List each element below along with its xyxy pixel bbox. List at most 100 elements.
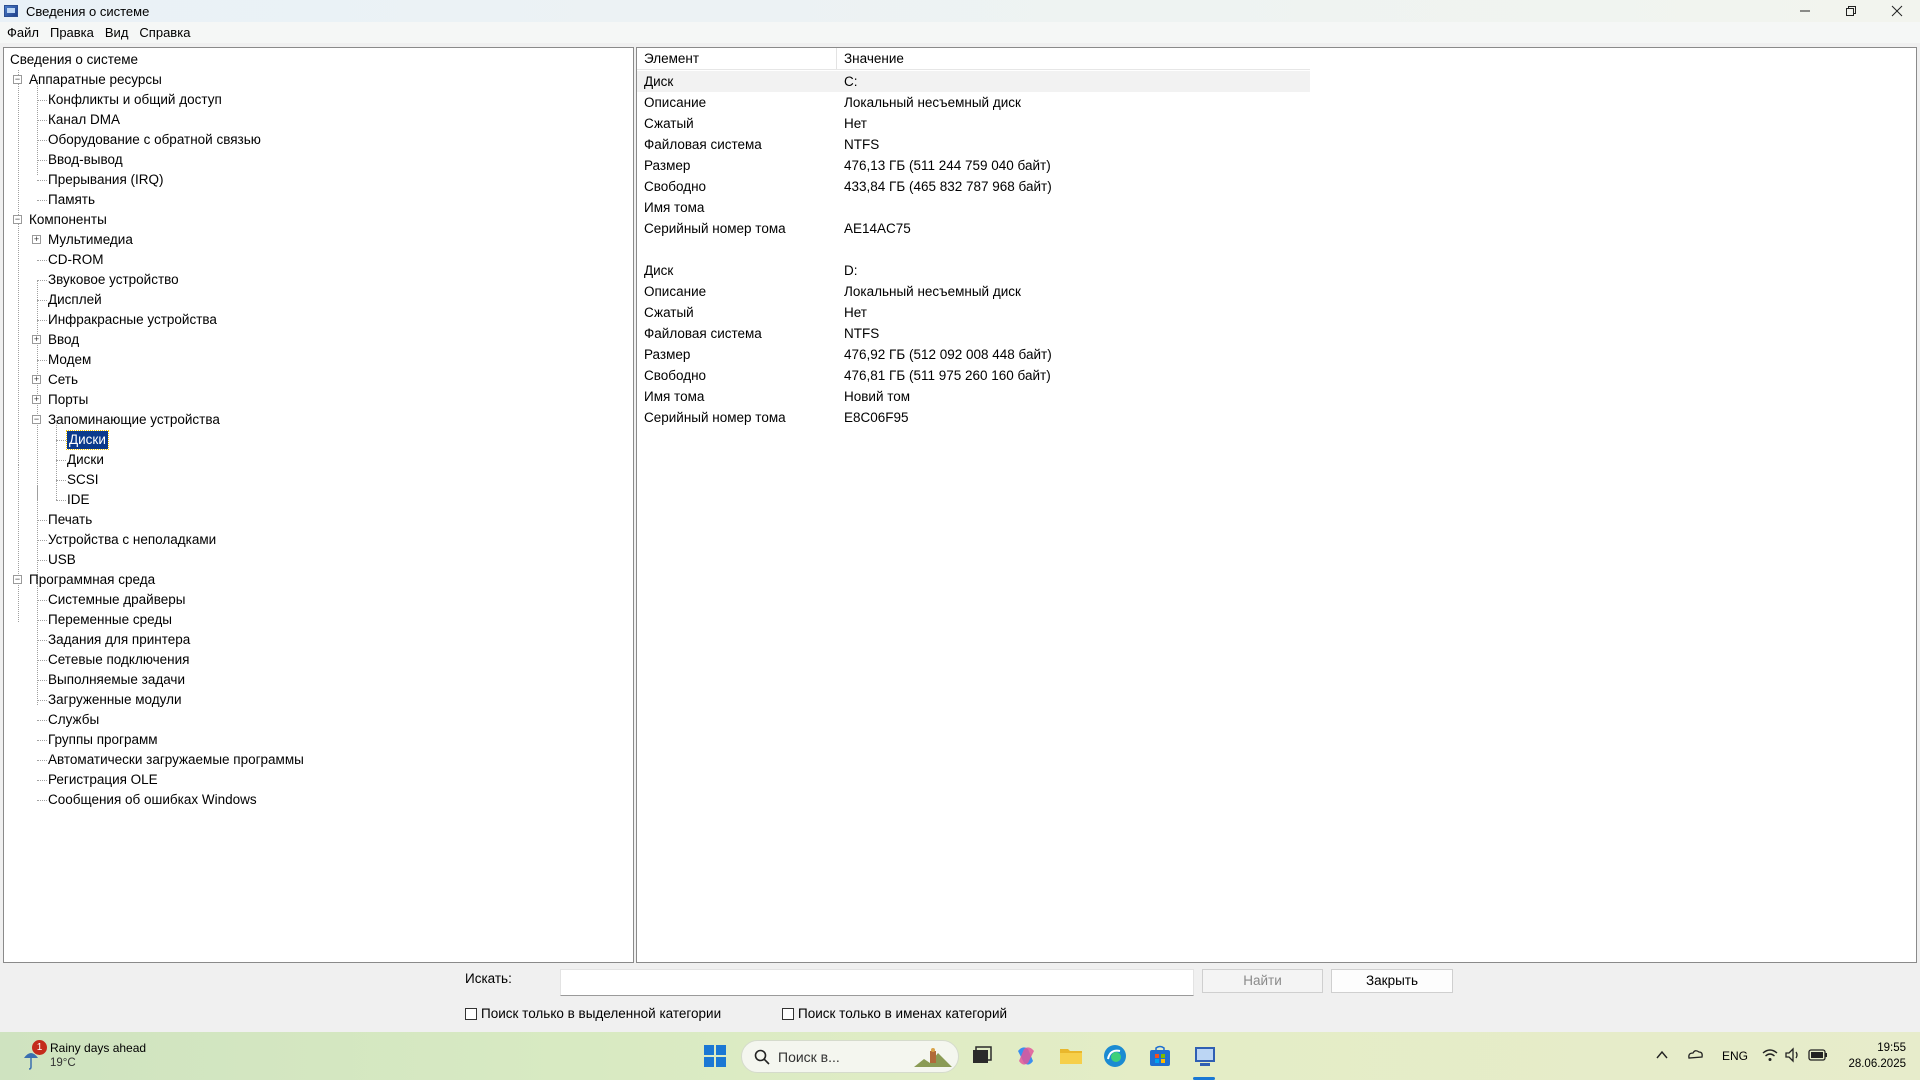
close-window-button[interactable]	[1874, 0, 1920, 22]
tree-item-conflicts[interactable]: Конфликты и общий доступ	[4, 90, 633, 110]
tree-item-loaded-modules[interactable]: Загруженные модули	[4, 690, 633, 710]
expand-icon[interactable]: +	[32, 395, 41, 404]
tree-item-running-tasks[interactable]: Выполняемые задачи	[4, 670, 633, 690]
tree-item-scsi[interactable]: SCSI	[4, 470, 633, 490]
tree-item-display[interactable]: Дисплей	[4, 290, 633, 310]
tree-item-program-groups[interactable]: Группы программ	[4, 730, 633, 750]
language-indicator[interactable]: ENG	[1722, 1049, 1748, 1063]
detail-row[interactable]: Имя тома Новий том	[637, 386, 1310, 407]
detail-row[interactable]: Серийный номер тома AE14AC75	[637, 218, 1310, 239]
detail-row[interactable]: Диск C:	[637, 71, 1310, 92]
menu-file[interactable]: Файл	[2, 25, 45, 40]
detail-value: Локальный несъемный диск	[844, 95, 1021, 110]
tree-item-sound[interactable]: Звуковое устройство	[4, 270, 633, 290]
tree-item-components[interactable]: − Компоненты	[4, 210, 633, 230]
detail-row[interactable]: Сжатый Нет	[637, 302, 1310, 323]
tree-item-cdrom[interactable]: CD-ROM	[4, 250, 633, 270]
tree-item-ports[interactable]: + Порты	[4, 390, 633, 410]
category-tree-pane[interactable]: Сведения о системе − Аппаратные ресурсы …	[3, 47, 634, 963]
search-input[interactable]	[560, 969, 1194, 996]
wifi-icon[interactable]	[1761, 1046, 1779, 1064]
taskbar-search[interactable]: Поиск в...	[741, 1040, 959, 1073]
tree-item-services[interactable]: Службы	[4, 710, 633, 730]
tree-item-infrared[interactable]: Инфракрасные устройства	[4, 310, 633, 330]
tree-item-env[interactable]: Переменные среды	[4, 610, 633, 630]
tree-item-input[interactable]: + Ввод	[4, 330, 633, 350]
tree-item-multimedia[interactable]: + Мультимедиа	[4, 230, 633, 250]
search-selected-category-checkbox[interactable]	[465, 1007, 477, 1020]
tree-item-software[interactable]: − Программная среда	[4, 570, 633, 590]
tree-item-print-jobs[interactable]: Задания для принтера	[4, 630, 633, 650]
tree-item-ole[interactable]: Регистрация OLE	[4, 770, 633, 790]
tree-item-problem-devices[interactable]: Устройства с неполадками	[4, 530, 633, 550]
detail-row[interactable]: Диск D:	[637, 260, 1310, 281]
expand-icon[interactable]: +	[32, 235, 41, 244]
tree-item-ide[interactable]: IDE	[4, 490, 633, 510]
detail-row[interactable]	[637, 239, 1310, 260]
column-header-item[interactable]: Элемент	[637, 48, 837, 69]
tree-item-dma[interactable]: Канал DMA	[4, 110, 633, 130]
collapse-icon[interactable]: −	[13, 215, 22, 224]
tree-item-forced-hardware[interactable]: Оборудование с обратной связью	[4, 130, 633, 150]
details-pane[interactable]: Элемент Значение Диск C: Описание Локальный…	[636, 47, 1917, 963]
menu-edit[interactable]: Правка	[45, 25, 100, 40]
detail-row[interactable]: Размер 476,92 ГБ (512 092 008 448 байт)	[637, 344, 1310, 365]
store-icon[interactable]	[1147, 1043, 1173, 1069]
minimize-button[interactable]	[1782, 0, 1828, 22]
menu-help[interactable]: Справка	[134, 25, 196, 40]
tree-item-modem[interactable]: Модем	[4, 350, 633, 370]
menu-bar: Файл Правка Вид Справка	[0, 22, 1920, 43]
detail-row[interactable]: Свободно 476,81 ГБ (511 975 260 160 байт)	[637, 365, 1310, 386]
collapse-icon[interactable]: −	[13, 575, 22, 584]
detail-row[interactable]: Серийный номер тома E8C06F95	[637, 407, 1310, 428]
file-explorer-icon[interactable]	[1058, 1043, 1084, 1069]
search-category-names-option[interactable]: Поиск только в именах категорий	[782, 1006, 1007, 1021]
expand-icon[interactable]: +	[32, 375, 41, 384]
tree-item-net-connections[interactable]: Сетевые подключения	[4, 650, 633, 670]
tree-item-usb[interactable]: USB	[4, 550, 633, 570]
clock[interactable]: 19:55 28.06.2025	[1848, 1040, 1906, 1072]
tree-item-startup-programs[interactable]: Автоматически загружаемые программы	[4, 750, 633, 770]
tree-item-irq[interactable]: Прерывания (IRQ)	[4, 170, 633, 190]
detail-row[interactable]: Файловая система NTFS	[637, 134, 1310, 155]
detail-item: Сжатый	[644, 305, 694, 320]
detail-row[interactable]: Описание Локальный несъемный диск	[637, 281, 1310, 302]
tree-item-drivers[interactable]: Системные драйверы	[4, 590, 633, 610]
tree-item-hardware[interactable]: − Аппаратные ресурсы	[4, 70, 633, 90]
search-category-names-label: Поиск только в именах категорий	[798, 1006, 1008, 1021]
detail-row[interactable]: Файловая система NTFS	[637, 323, 1310, 344]
system-information-taskbar-icon[interactable]	[1192, 1043, 1218, 1069]
expand-icon[interactable]: +	[32, 335, 41, 344]
tree-item-printing[interactable]: Печать	[4, 510, 633, 530]
detail-row[interactable]: Свободно 433,84 ГБ (465 832 787 968 байт)	[637, 176, 1310, 197]
volume-icon[interactable]	[1784, 1046, 1802, 1064]
find-button[interactable]: Найти	[1202, 969, 1323, 993]
collapse-icon[interactable]: −	[13, 75, 22, 84]
task-view-icon[interactable]	[969, 1043, 995, 1069]
tree-item-memory[interactable]: Память	[4, 190, 633, 210]
onedrive-sync-icon[interactable]	[1686, 1046, 1704, 1064]
restore-button[interactable]	[1828, 0, 1874, 22]
tree-item-disks[interactable]: Диски	[4, 450, 633, 470]
copilot-icon[interactable]	[1013, 1043, 1039, 1069]
start-button[interactable]	[704, 1045, 726, 1067]
detail-row[interactable]: Имя тома	[637, 197, 1310, 218]
detail-row[interactable]: Размер 476,13 ГБ (511 244 759 040 байт)	[637, 155, 1310, 176]
tree-item-root[interactable]: Сведения о системе	[4, 50, 633, 70]
tree-item-network[interactable]: + Сеть	[4, 370, 633, 390]
search-selected-category-option[interactable]: Поиск только в выделенной категории	[465, 1006, 721, 1021]
search-category-names-checkbox[interactable]	[782, 1007, 794, 1020]
column-header-value[interactable]: Значение	[837, 48, 1310, 69]
tree-item-storage[interactable]: − Запоминающие устройства	[4, 410, 633, 430]
close-button[interactable]: Закрыть	[1331, 969, 1453, 993]
collapse-icon[interactable]: −	[32, 415, 41, 424]
detail-row[interactable]: Описание Локальный несъемный диск	[637, 92, 1310, 113]
tree-item-io[interactable]: Ввод-вывод	[4, 150, 633, 170]
battery-icon[interactable]	[1808, 1047, 1828, 1063]
tree-item-drives-selected[interactable]: Диски	[4, 430, 633, 450]
chevron-up-icon[interactable]	[1655, 1048, 1669, 1062]
menu-view[interactable]: Вид	[100, 25, 135, 40]
edge-icon[interactable]	[1102, 1043, 1128, 1069]
detail-row[interactable]: Сжатый Нет	[637, 113, 1310, 134]
tree-item-error-reports[interactable]: Сообщения об ошибках Windows	[4, 790, 633, 810]
